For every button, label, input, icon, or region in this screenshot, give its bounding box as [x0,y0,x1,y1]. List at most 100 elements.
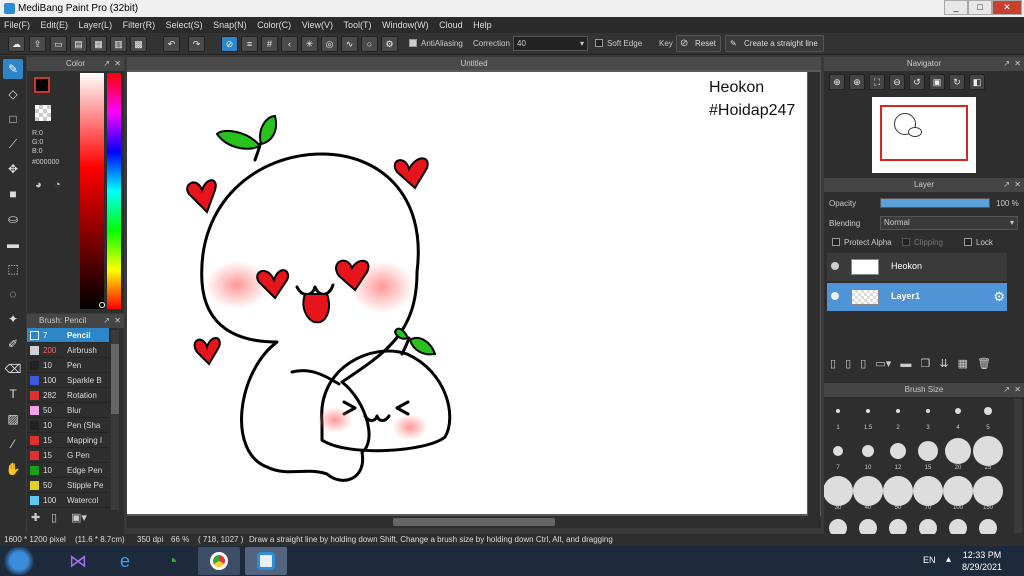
medibang-task-icon[interactable] [245,547,287,575]
brush-size-option[interactable]: 30 [824,476,853,515]
flip-icon[interactable]: ◧ [969,74,985,90]
menu-edit[interactable]: Edit(E) [37,17,73,33]
gradient-tool-icon[interactable]: ▬ [3,234,23,254]
new-layer-alt-icon[interactable]: ▯ [845,358,851,370]
navigator-preview[interactable] [872,97,976,173]
brush-size-option[interactable]: 2 [883,399,913,435]
brush-menu-icon[interactable]: ▣▾ [71,511,87,524]
book-icon[interactable]: ▥ [110,36,127,52]
correction-select[interactable]: 40 ▾ [513,36,588,51]
brush-size-option[interactable]: 12 [883,439,913,475]
layer-row-heokon[interactable]: Heokon [827,253,1007,281]
curve-snap-icon[interactable]: ∿ [341,36,358,52]
new-brush-icon[interactable]: ▯ [51,511,57,524]
brush-size-option[interactable]: 7 [824,439,853,475]
antialias-checkbox[interactable] [409,39,417,47]
scroll-thumb[interactable] [393,518,555,526]
select-eraser-tool-icon[interactable]: ⌫ [3,359,23,379]
brush-item[interactable]: 200 Airbrush [27,343,109,358]
snap-off-icon[interactable]: ⊘ [221,36,238,52]
brush-size-option[interactable]: 3 [913,399,943,435]
folder-icon[interactable]: ▬ [900,358,911,370]
shade-slider[interactable] [80,73,104,309]
menu-help[interactable]: Help [469,17,496,33]
fill-rect-tool-icon[interactable]: ■ [3,184,23,204]
lasso-tool-icon[interactable]: ◌ [3,284,23,304]
shape-tool-icon[interactable]: □ [3,109,23,129]
primary-color-swatch[interactable] [34,77,50,93]
eyedropper-tool-icon[interactable]: ⁄ [3,434,23,454]
perspective-snap-icon[interactable]: ‹ [281,36,298,52]
brush-item[interactable]: 15 G Pen [27,448,109,463]
message-icon[interactable]: ▤ [70,36,87,52]
float-icon[interactable]: ↗ [1003,383,1010,397]
float-icon[interactable]: ↗ [103,57,110,71]
add-brush-icon[interactable]: ✚ [31,511,40,524]
ellipse-snap-icon[interactable]: ○ [361,36,378,52]
layer-row-layer1[interactable]: Layer1 ⚙ [827,283,1007,311]
redo-icon[interactable]: ↷ [188,36,205,52]
minimize-button[interactable]: _ [944,0,968,15]
text-tool-icon[interactable]: T [3,384,23,404]
blending-select[interactable]: Normal ▾ [880,216,1018,230]
brush-size-dot[interactable] [949,519,967,534]
brush-size-scrollbar[interactable] [1014,399,1022,533]
settings-icon[interactable]: ⚙ [381,36,398,52]
undo-icon[interactable]: ↶ [163,36,180,52]
brush-size-option[interactable]: 25 [973,436,1003,475]
brush-size-option[interactable]: 1 [824,399,853,435]
scroll-thumb[interactable] [111,344,119,414]
fit-icon[interactable]: ⛶ [869,74,885,90]
hand-tool-icon[interactable]: ✋ [3,459,23,479]
brush-item[interactable]: 50 Blur [27,403,109,418]
brush-size-dot[interactable] [979,519,997,534]
brush-size-option[interactable]: 4 [943,399,973,435]
internet-explorer-icon[interactable]: e [104,547,146,575]
close-icon[interactable]: ✕ [1014,383,1021,397]
cross-snap-icon[interactable]: # [261,36,278,52]
opacity-slider[interactable] [880,198,990,208]
share-icon[interactable]: ⇪ [29,36,46,52]
document-icon[interactable]: ▦ [90,36,107,52]
bucket-tool-icon[interactable]: ⛀ [3,209,23,229]
menu-snap[interactable]: Snap(N) [209,17,251,33]
clock[interactable]: 12:33 PM 8/29/2021 [962,549,1002,573]
color-picker-handle[interactable] [99,302,105,308]
menu-layer[interactable]: Layer(L) [75,17,117,33]
rotate-right-icon[interactable]: ↻ [949,74,965,90]
trash-icon[interactable]: 🗑 [977,358,991,370]
close-icon[interactable]: ✕ [114,57,121,71]
visibility-icon[interactable] [831,292,839,300]
eraser-tool-icon[interactable]: ◇ [3,84,23,104]
brush-size-dot[interactable] [859,519,877,534]
layer-menu-icon[interactable]: ▭▾ [875,358,891,370]
menu-cloud[interactable]: Cloud [435,17,467,33]
coccoc-browser-icon[interactable]: ◔ [151,547,193,575]
close-button[interactable]: ✕ [992,0,1022,15]
close-icon[interactable]: ✕ [114,314,121,328]
brush-size-option[interactable]: 5 [973,399,1003,435]
float-icon[interactable]: ↗ [1003,57,1010,71]
brush-size-option[interactable]: 70 [913,476,943,515]
brush-tool-icon[interactable]: ✎ [3,59,23,79]
document-tab[interactable]: Untitled [127,57,821,70]
menu-file[interactable]: File(F) [0,17,34,33]
brush-item[interactable]: 10 Pen (Sha [27,418,109,433]
viewport-rect[interactable] [880,105,968,161]
dot-tool-icon[interactable]: ⟋ [3,134,23,154]
brush-item[interactable]: 10 Edge Pen [27,463,109,478]
select-pen-tool-icon[interactable]: ✐ [3,334,23,354]
rotate-left-icon[interactable]: ↺ [909,74,925,90]
brush-size-option[interactable]: 20 [943,438,973,475]
close-icon[interactable]: ✕ [1014,178,1021,192]
tray-arrow-icon[interactable]: ▴ [946,554,951,565]
maximize-button[interactable]: □ [968,0,992,15]
brush-size-dot[interactable] [829,519,847,534]
brush-size-option[interactable]: 1.5 [853,399,883,435]
brush-item[interactable]: 100 Sparkle B [27,373,109,388]
zoom-in-icon[interactable]: ⊕ [829,74,845,90]
brush-item[interactable]: 15 Mapping I [27,433,109,448]
zoom-out-icon[interactable]: ⊖ [889,74,905,90]
close-icon[interactable]: ✕ [1014,57,1021,71]
brush-size-dot[interactable] [919,519,937,534]
